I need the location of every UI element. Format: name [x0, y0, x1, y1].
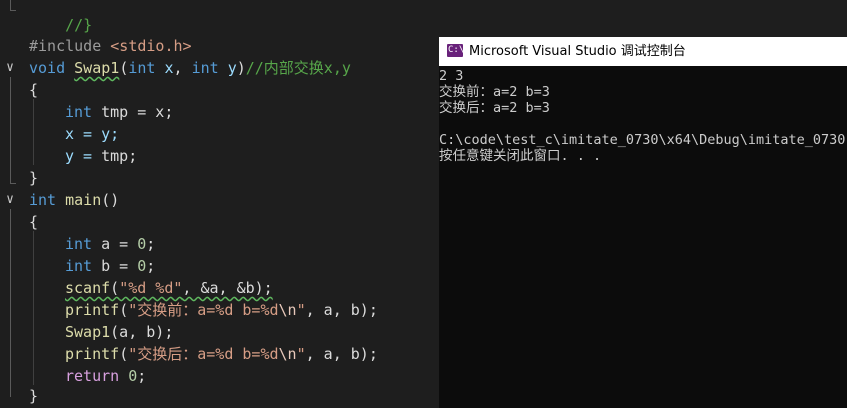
code-text: y =	[65, 147, 102, 165]
outline-line	[10, 0, 11, 10]
code-line[interactable]: return 0;	[65, 365, 146, 387]
code-line[interactable]: x = y;	[65, 123, 119, 145]
console-line: 按任意键关闭此窗口. . .	[439, 148, 602, 164]
console-line: 2 3	[439, 68, 464, 84]
code-text: ()	[101, 191, 120, 209]
brace: {	[29, 81, 39, 99]
preprocessor-directive: #include	[29, 37, 102, 55]
code-line-main-signature[interactable]: int main()	[29, 189, 119, 211]
code-line[interactable]: int a = 0;	[65, 233, 155, 255]
code-text: =	[110, 257, 138, 275]
console-line: C:\code\test_c\imitate_0730\x64\Debug\im…	[439, 132, 847, 148]
outline-line	[10, 10, 16, 11]
code-text: (	[119, 345, 129, 363]
console-line: 交换后：a=2 b=3	[439, 100, 550, 116]
code-text: (	[110, 279, 120, 297]
brace: }	[29, 387, 39, 405]
code-text: (	[119, 301, 129, 319]
outline-line	[10, 77, 11, 183]
include-header: <stdio.h>	[110, 37, 192, 55]
code-line-swap-signature[interactable]: void Swap1(int x, int y)//内部交换x,y	[29, 57, 351, 79]
chevron-down-icon[interactable]: ∨	[3, 57, 17, 79]
keyword: int	[65, 257, 93, 275]
code-line[interactable]: printf("交换后：a=%d b=%d\n", a, b);	[65, 343, 378, 365]
number-literal: 0	[137, 235, 147, 253]
code-text: ;	[128, 147, 138, 165]
local-variable: tmp	[101, 103, 129, 121]
function-name: printf	[65, 345, 120, 363]
function-name: scanf	[65, 279, 111, 297]
keyword: int	[65, 103, 93, 121]
outline-line	[10, 209, 11, 397]
local-variable: b	[101, 257, 111, 275]
console-app-icon: C:\	[447, 44, 465, 57]
code-text: ;	[146, 235, 156, 253]
code-line-open-brace[interactable]: {	[29, 79, 38, 101]
code-line-close-brace[interactable]: }	[29, 167, 38, 189]
code-text: , a, b);	[305, 345, 378, 363]
outline-line	[10, 183, 16, 184]
function-name: printf	[65, 301, 120, 319]
keyword: int	[29, 191, 57, 209]
debug-console-window[interactable]: C:\ Microsoft Visual Studio 调试控制台 2 3 交换…	[439, 37, 847, 408]
console-titlebar[interactable]: C:\ Microsoft Visual Studio 调试控制台	[439, 37, 847, 66]
code-text: , &a, &b);	[182, 279, 273, 297]
code-comment: //内部交换x,y	[245, 59, 351, 77]
code-line[interactable]: Swap1(a, b);	[65, 321, 173, 343]
console-title: Microsoft Visual Studio 调试控制台	[469, 44, 686, 59]
local-variable: tmp	[101, 147, 129, 165]
code-line-open-brace[interactable]: {	[29, 211, 38, 233]
escape-sequence: \n	[278, 301, 297, 319]
local-variable: a	[101, 235, 111, 253]
code-line-close-brace[interactable]: }	[29, 385, 38, 407]
code-text: = x;	[128, 103, 174, 121]
string-literal: "	[296, 345, 306, 363]
chevron-down-icon[interactable]: ∨	[3, 189, 17, 211]
indent-guide	[33, 231, 34, 385]
indent-guide	[33, 99, 34, 165]
brace: {	[29, 213, 39, 231]
code-text: , a, b);	[305, 301, 378, 319]
code-comment: //}	[65, 16, 93, 34]
control-keyword: return	[65, 367, 120, 385]
code-line[interactable]: y = tmp;	[65, 145, 137, 167]
function-name: Swap1	[65, 323, 111, 341]
code-line[interactable]: int tmp = x;	[65, 101, 173, 123]
string-literal: "交换前：a=%d b=%d	[128, 301, 279, 319]
code-text: =	[110, 235, 138, 253]
function-name: main	[65, 191, 102, 209]
string-literal: "	[296, 301, 306, 319]
keyword: int	[65, 235, 93, 253]
number-literal: 0	[128, 367, 138, 385]
code-text: (a, b);	[110, 323, 174, 341]
code-line[interactable]: printf("交换前：a=%d b=%d\n", a, b);	[65, 299, 378, 321]
keyword: void	[29, 59, 66, 77]
escape-sequence: \n	[278, 345, 297, 363]
code-line[interactable]: //}	[29, 0, 92, 34]
code-line-include[interactable]: #include <stdio.h>	[29, 35, 192, 57]
code-line[interactable]: int b = 0;	[65, 255, 155, 277]
console-line: 交换前：a=2 b=3	[439, 84, 550, 100]
keyword: int	[191, 59, 219, 77]
keyword: int	[128, 59, 156, 77]
code-text: x = y;	[65, 125, 120, 143]
brace: }	[29, 169, 39, 187]
parameter: x	[164, 59, 174, 77]
code-text: ;	[146, 257, 156, 275]
code-text: ;	[137, 367, 147, 385]
number-literal: 0	[137, 257, 147, 275]
string-literal: "%d %d"	[119, 279, 183, 297]
string-literal: "交换后：a=%d b=%d	[128, 345, 279, 363]
function-name: Swap1	[74, 59, 120, 77]
console-output[interactable]: 2 3 交换前：a=2 b=3 交换后：a=2 b=3 C:\code\test…	[439, 67, 847, 408]
parameter: y	[227, 59, 237, 77]
code-line[interactable]: scanf("%d %d", &a, &b);	[65, 277, 273, 299]
